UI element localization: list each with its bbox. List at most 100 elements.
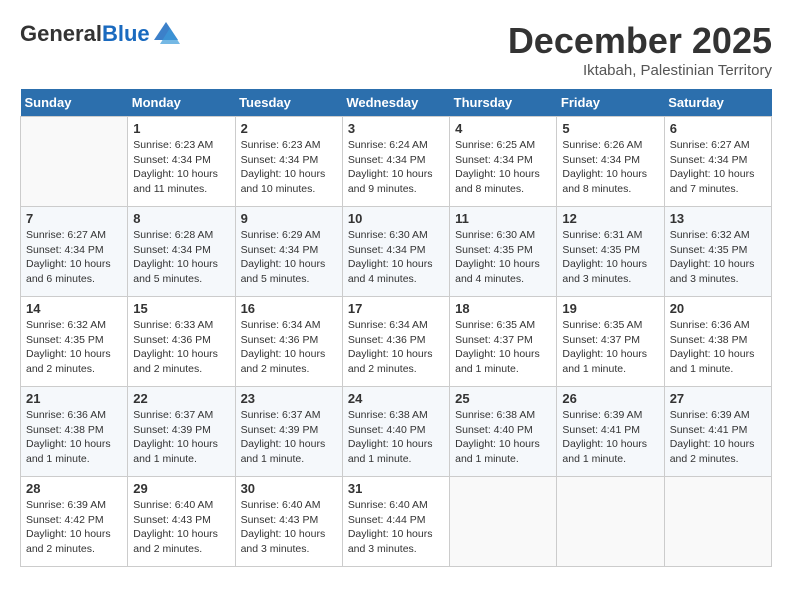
day-number: 10	[348, 211, 444, 226]
day-info: Sunrise: 6:32 AM Sunset: 4:35 PM Dayligh…	[26, 318, 122, 377]
day-info: Sunrise: 6:30 AM Sunset: 4:35 PM Dayligh…	[455, 228, 551, 287]
calendar-cell: 4 Sunrise: 6:25 AM Sunset: 4:34 PM Daylig…	[450, 117, 557, 207]
calendar-week-5: 28 Sunrise: 6:39 AM Sunset: 4:42 PM Dayli…	[21, 477, 772, 567]
calendar-cell	[557, 477, 664, 567]
day-number: 17	[348, 301, 444, 316]
column-header-wednesday: Wednesday	[342, 89, 449, 117]
calendar-week-1: 1 Sunrise: 6:23 AM Sunset: 4:34 PM Daylig…	[21, 117, 772, 207]
calendar-cell: 16 Sunrise: 6:34 AM Sunset: 4:36 PM Dayli…	[235, 297, 342, 387]
calendar-cell: 27 Sunrise: 6:39 AM Sunset: 4:41 PM Dayli…	[664, 387, 771, 477]
day-info: Sunrise: 6:33 AM Sunset: 4:36 PM Dayligh…	[133, 318, 229, 377]
calendar-cell: 29Sunrise: 6:40 AM Sunset: 4:43 PM Dayli…	[128, 477, 235, 567]
day-number: 6	[670, 121, 766, 136]
logo-icon	[152, 20, 180, 48]
day-number: 31	[348, 481, 444, 496]
day-number: 19	[562, 301, 658, 316]
day-info: Sunrise: 6:39 AM Sunset: 4:42 PM Dayligh…	[26, 498, 122, 557]
calendar-cell: 25 Sunrise: 6:38 AM Sunset: 4:40 PM Dayli…	[450, 387, 557, 477]
month-title: December 2025	[508, 20, 772, 62]
day-info: Sunrise: 6:23 AM Sunset: 4:34 PM Dayligh…	[133, 138, 229, 197]
calendar-cell: 14 Sunrise: 6:32 AM Sunset: 4:35 PM Dayli…	[21, 297, 128, 387]
day-info: Sunrise: 6:32 AM Sunset: 4:35 PM Dayligh…	[670, 228, 766, 287]
day-info: Sunrise: 6:27 AM Sunset: 4:34 PM Dayligh…	[26, 228, 122, 287]
logo-blue-text: Blue	[102, 21, 150, 46]
calendar-cell: 1 Sunrise: 6:23 AM Sunset: 4:34 PM Daylig…	[128, 117, 235, 207]
day-info: Sunrise: 6:39 AM Sunset: 4:41 PM Dayligh…	[562, 408, 658, 467]
calendar-cell: 3Sunrise: 6:24 AM Sunset: 4:34 PM Daylig…	[342, 117, 449, 207]
calendar-cell: 18 Sunrise: 6:35 AM Sunset: 4:37 PM Dayli…	[450, 297, 557, 387]
day-info: Sunrise: 6:28 AM Sunset: 4:34 PM Dayligh…	[133, 228, 229, 287]
calendar-cell	[450, 477, 557, 567]
day-info: Sunrise: 6:29 AM Sunset: 4:34 PM Dayligh…	[241, 228, 337, 287]
day-info: Sunrise: 6:24 AM Sunset: 4:34 PM Dayligh…	[348, 138, 444, 197]
day-number: 9	[241, 211, 337, 226]
day-info: Sunrise: 6:37 AM Sunset: 4:39 PM Dayligh…	[241, 408, 337, 467]
calendar-cell: 13 Sunrise: 6:32 AM Sunset: 4:35 PM Dayli…	[664, 207, 771, 297]
logo-general-text: General	[20, 21, 102, 46]
column-header-thursday: Thursday	[450, 89, 557, 117]
calendar-cell: 30 Sunrise: 6:40 AM Sunset: 4:43 PM Dayli…	[235, 477, 342, 567]
day-number: 20	[670, 301, 766, 316]
day-info: Sunrise: 6:26 AM Sunset: 4:34 PM Dayligh…	[562, 138, 658, 197]
day-info: Sunrise: 6:34 AM Sunset: 4:36 PM Dayligh…	[348, 318, 444, 377]
day-info: Sunrise: 6:35 AM Sunset: 4:37 PM Dayligh…	[562, 318, 658, 377]
day-info: Sunrise: 6:34 AM Sunset: 4:36 PM Dayligh…	[241, 318, 337, 377]
calendar-cell: 15 Sunrise: 6:33 AM Sunset: 4:36 PM Dayli…	[128, 297, 235, 387]
calendar-week-4: 21 Sunrise: 6:36 AM Sunset: 4:38 PM Dayli…	[21, 387, 772, 477]
calendar-cell: 21 Sunrise: 6:36 AM Sunset: 4:38 PM Dayli…	[21, 387, 128, 477]
logo: GeneralBlue	[20, 20, 180, 48]
calendar-cell: 2 Sunrise: 6:23 AM Sunset: 4:34 PM Daylig…	[235, 117, 342, 207]
day-info: Sunrise: 6:36 AM Sunset: 4:38 PM Dayligh…	[26, 408, 122, 467]
calendar-cell	[664, 477, 771, 567]
day-number: 12	[562, 211, 658, 226]
day-number: 26	[562, 391, 658, 406]
day-number: 15	[133, 301, 229, 316]
calendar-cell: 12 Sunrise: 6:31 AM Sunset: 4:35 PM Dayli…	[557, 207, 664, 297]
day-number: 4	[455, 121, 551, 136]
day-number: 2	[241, 121, 337, 136]
day-info: Sunrise: 6:35 AM Sunset: 4:37 PM Dayligh…	[455, 318, 551, 377]
day-number: 21	[26, 391, 122, 406]
title-block: December 2025 Iktabah, Palestinian Terri…	[508, 20, 772, 79]
day-info: Sunrise: 6:40 AM Sunset: 4:43 PM Dayligh…	[133, 498, 229, 557]
day-number: 5	[562, 121, 658, 136]
calendar-cell: 28 Sunrise: 6:39 AM Sunset: 4:42 PM Dayli…	[21, 477, 128, 567]
day-info: Sunrise: 6:39 AM Sunset: 4:41 PM Dayligh…	[670, 408, 766, 467]
calendar-cell: 7 Sunrise: 6:27 AM Sunset: 4:34 PM Daylig…	[21, 207, 128, 297]
day-info: Sunrise: 6:40 AM Sunset: 4:43 PM Dayligh…	[241, 498, 337, 557]
day-number: 25	[455, 391, 551, 406]
day-number: 18	[455, 301, 551, 316]
calendar-cell: 17 Sunrise: 6:34 AM Sunset: 4:36 PM Dayli…	[342, 297, 449, 387]
calendar-cell: 10Sunrise: 6:30 AM Sunset: 4:34 PM Dayli…	[342, 207, 449, 297]
calendar-cell: 9 Sunrise: 6:29 AM Sunset: 4:34 PM Daylig…	[235, 207, 342, 297]
column-header-tuesday: Tuesday	[235, 89, 342, 117]
calendar-cell: 6Sunrise: 6:27 AM Sunset: 4:34 PM Daylig…	[664, 117, 771, 207]
calendar-cell: 22Sunrise: 6:37 AM Sunset: 4:39 PM Dayli…	[128, 387, 235, 477]
column-header-saturday: Saturday	[664, 89, 771, 117]
day-info: Sunrise: 6:40 AM Sunset: 4:44 PM Dayligh…	[348, 498, 444, 557]
day-number: 30	[241, 481, 337, 496]
calendar-week-3: 14 Sunrise: 6:32 AM Sunset: 4:35 PM Dayli…	[21, 297, 772, 387]
day-info: Sunrise: 6:25 AM Sunset: 4:34 PM Dayligh…	[455, 138, 551, 197]
calendar-cell: 20Sunrise: 6:36 AM Sunset: 4:38 PM Dayli…	[664, 297, 771, 387]
day-number: 16	[241, 301, 337, 316]
calendar-week-2: 7 Sunrise: 6:27 AM Sunset: 4:34 PM Daylig…	[21, 207, 772, 297]
day-number: 1	[133, 121, 229, 136]
day-number: 27	[670, 391, 766, 406]
calendar-cell: 19 Sunrise: 6:35 AM Sunset: 4:37 PM Dayli…	[557, 297, 664, 387]
day-number: 8	[133, 211, 229, 226]
column-header-friday: Friday	[557, 89, 664, 117]
calendar-cell: 8 Sunrise: 6:28 AM Sunset: 4:34 PM Daylig…	[128, 207, 235, 297]
calendar-cell: 5 Sunrise: 6:26 AM Sunset: 4:34 PM Daylig…	[557, 117, 664, 207]
calendar-cell: 11Sunrise: 6:30 AM Sunset: 4:35 PM Dayli…	[450, 207, 557, 297]
day-number: 28	[26, 481, 122, 496]
calendar-header-row: SundayMondayTuesdayWednesdayThursdayFrid…	[21, 89, 772, 117]
day-info: Sunrise: 6:38 AM Sunset: 4:40 PM Dayligh…	[455, 408, 551, 467]
day-number: 14	[26, 301, 122, 316]
day-number: 7	[26, 211, 122, 226]
day-info: Sunrise: 6:31 AM Sunset: 4:35 PM Dayligh…	[562, 228, 658, 287]
day-number: 13	[670, 211, 766, 226]
day-info: Sunrise: 6:37 AM Sunset: 4:39 PM Dayligh…	[133, 408, 229, 467]
day-info: Sunrise: 6:23 AM Sunset: 4:34 PM Dayligh…	[241, 138, 337, 197]
calendar-cell: 31 Sunrise: 6:40 AM Sunset: 4:44 PM Dayli…	[342, 477, 449, 567]
